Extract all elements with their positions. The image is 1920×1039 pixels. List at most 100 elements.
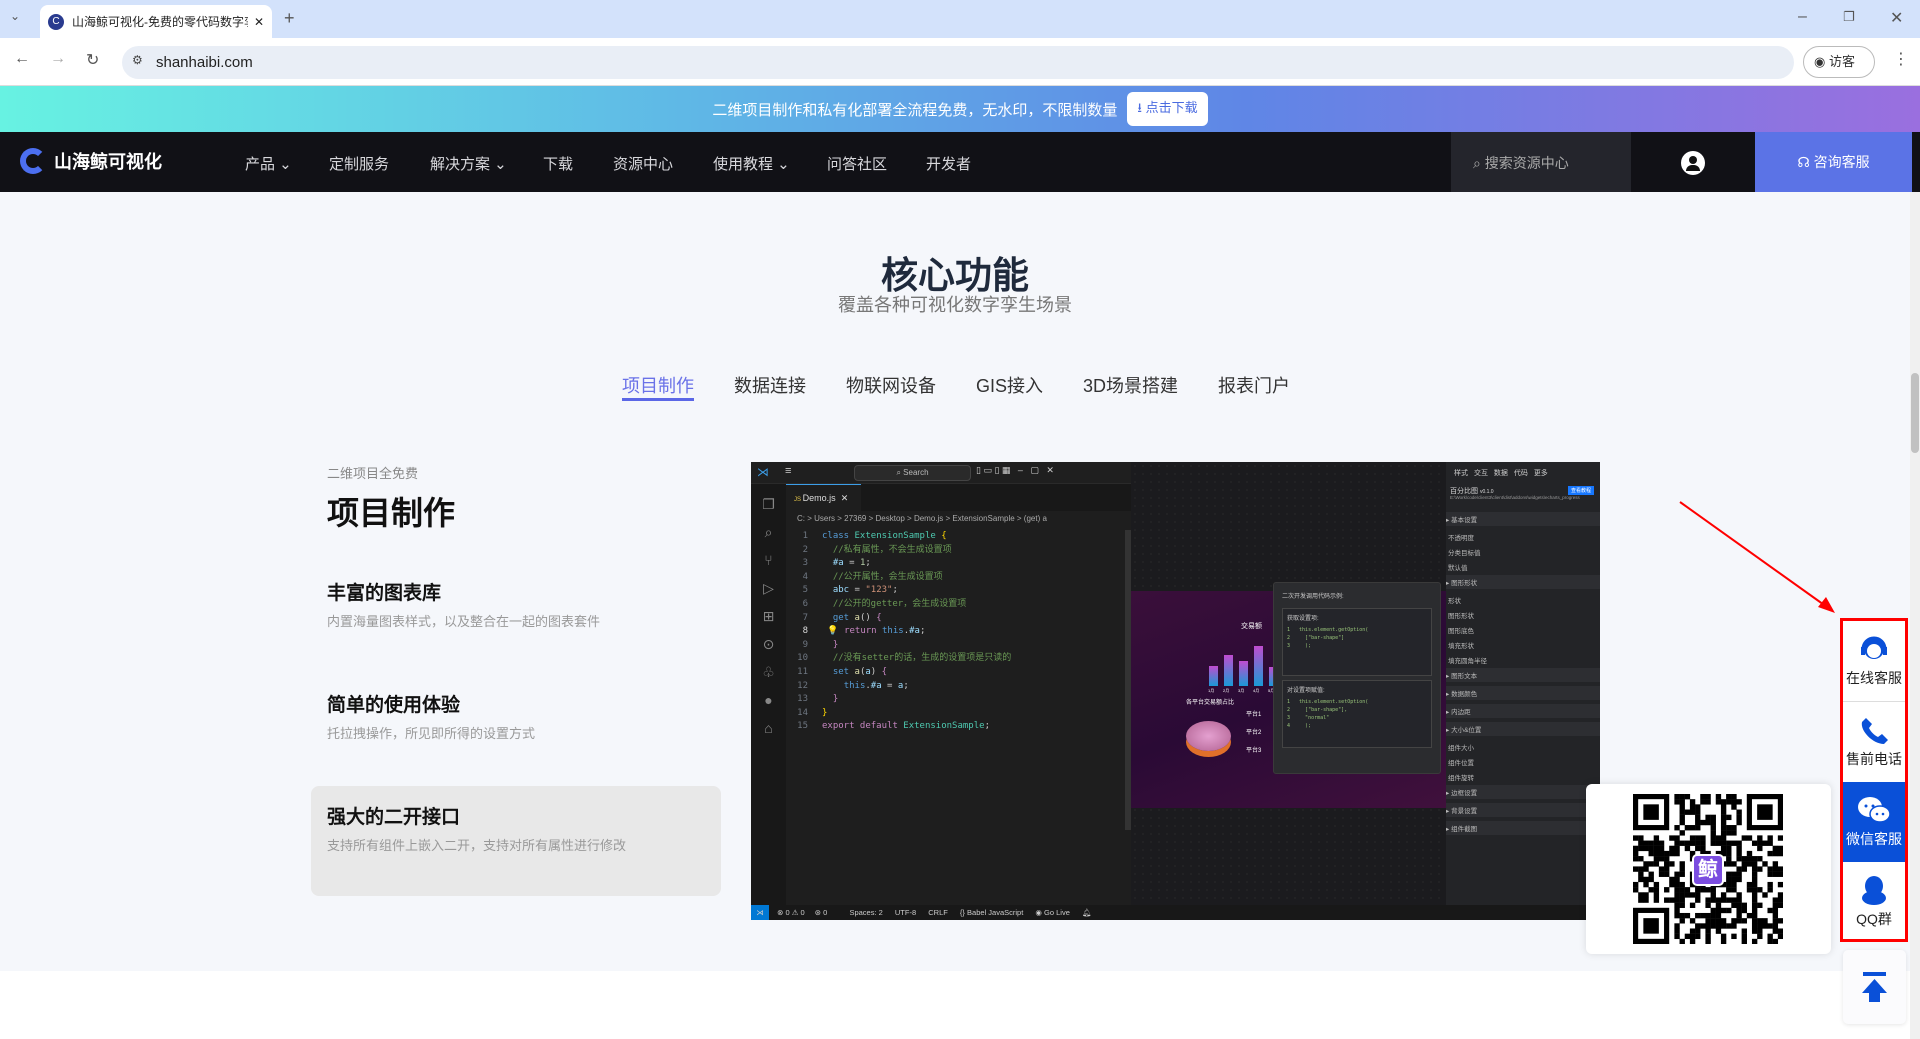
prop-row: 不透明度 [1448, 535, 1474, 542]
prop-row: 填充形状 [1448, 643, 1474, 650]
qr-logo: 鲸 [1692, 854, 1724, 886]
nav-item-tutorials[interactable]: 使用教程 ⌄ [713, 153, 790, 174]
tab-project[interactable]: 项目制作 [622, 372, 694, 398]
code-editor: 1 class ExtensionSample { 2 //私有属性，不会生成设置… [797, 531, 1012, 732]
profile-label: 访客 [1828, 54, 1855, 69]
properties-panel: 样式 交互 数据 代码 更多 百分比图 v0.1.0 查看教程 E:\Work\… [1446, 462, 1600, 920]
tab-data-connection[interactable]: 数据连接 [734, 372, 806, 398]
dash-bar [1224, 654, 1233, 686]
dev-code-popup: 二次开发调用代码示例: 获取设置项: 1 this.element.getOpti… [1273, 582, 1441, 774]
logo[interactable]: 山海鲸可视化 [20, 148, 162, 174]
qq-group-button[interactable]: QQ群 [1843, 862, 1905, 938]
wechat-icon [1858, 797, 1891, 823]
prop-row: ▸ 图形文本 [1446, 668, 1600, 682]
url-text: shanhaibi.com [156, 54, 253, 71]
main-nav: 山海鲸可视化 产品 ⌄ 定制服务 解决方案 ⌄ 下载 资源中心 使用教程 ⌄ 问… [0, 132, 1920, 192]
prop-row: 形状 [1448, 598, 1461, 605]
consult-button[interactable]: ☊ 咨询客服 [1755, 132, 1912, 192]
tab-close-icon[interactable]: ✕ [254, 15, 264, 29]
sidebar-label: 微信客服 [1846, 831, 1902, 847]
nav-item-custom[interactable]: 定制服务 [329, 153, 389, 174]
feature-item-desc: 托拉拽操作，所见即所得的设置方式 [327, 726, 536, 741]
nav-item-community[interactable]: 问答社区 [827, 153, 887, 174]
scrollbar[interactable] [1910, 192, 1920, 1039]
feature-item-title[interactable]: 简单的使用体验 [327, 690, 460, 717]
nav-item-developer[interactable]: 开发者 [926, 153, 971, 174]
nav-item-download[interactable]: 下载 [543, 153, 573, 174]
sidebar-label: 在线客服 [1846, 670, 1902, 686]
address-bar[interactable]: ⚙ shanhaibi.com [122, 46, 1794, 79]
dash-title: 各平台交易额占比 [1186, 700, 1235, 706]
download-button[interactable]: ⭳ 点击下载 [1127, 92, 1208, 126]
prop-row: 图形形状 [1448, 613, 1474, 620]
new-tab-icon[interactable]: + [284, 8, 295, 29]
product-screenshot: ⋊ ≡ ⌕ Search ▯ ▭ ▯ ▦ – ▢ ✕ ❐ ⌕ ⑂ ▷ ⊞ ⊙ ♧ ● ⌂ JS … [751, 462, 1600, 920]
user-avatar-icon[interactable] [1681, 151, 1705, 175]
logo-text: 山海鲸可视化 [54, 152, 162, 172]
prop-row: 填充圆角半径 [1448, 658, 1487, 665]
tab-iot[interactable]: 物联网设备 [846, 372, 936, 398]
profile-icon: ◉ [1814, 54, 1829, 69]
prop-row: ▸ 背景设置 [1446, 803, 1600, 817]
prop-row: 组件旋转 [1448, 775, 1474, 782]
browser-tab[interactable]: C 山海鲸可视化-免费的零代码数字孪生 ✕ [40, 5, 272, 38]
wechat-qr-popup: 鲸 [1586, 784, 1831, 954]
vscode-search: ⌕ Search [854, 465, 971, 481]
restore-icon[interactable]: ❐ [1843, 9, 1855, 25]
dash-bar [1239, 661, 1248, 686]
dash-bar-label: 4月 [1253, 688, 1260, 693]
dash-title: 交易额 [1241, 623, 1262, 630]
sidebar-label: 售前电话 [1846, 751, 1902, 767]
feature-item-desc: 内置海量图表样式，以及整合在一起的图表套件 [327, 614, 601, 629]
dash-bar [1254, 646, 1263, 686]
arrow-up-to-top-icon [1862, 972, 1887, 1002]
feature-kicker: 二维项目全免费 [327, 466, 419, 481]
nav-item-product[interactable]: 产品 ⌄ [245, 153, 292, 174]
prop-row: ▸ 图形形状 [1446, 575, 1600, 589]
site-favicon-icon: C [48, 13, 64, 30]
dash-pie [1186, 721, 1231, 751]
feature-title: 项目制作 [327, 495, 456, 531]
prop-row: 默认值 [1448, 565, 1468, 572]
phone-icon [1861, 718, 1888, 744]
online-service-button[interactable]: 在线客服 [1843, 621, 1905, 701]
section-subtitle: 覆盖各种可视化数字孪生场景 [838, 295, 1072, 315]
scrollbar-thumb[interactable] [1911, 373, 1919, 453]
vscode-logo-icon: ⋊ [757, 465, 769, 479]
tab-3d-scene[interactable]: 3D场景搭建 [1083, 372, 1178, 398]
doc-button: 查看教程 [1568, 486, 1595, 495]
nav-item-resources[interactable]: 资源中心 [613, 153, 673, 174]
browser-tab-strip: ⌄ C 山海鲸可视化-免费的零代码数字孪生 ✕ + – ❐ ✕ [0, 0, 1920, 38]
back-icon[interactable]: ← [14, 50, 30, 68]
qq-icon [1862, 876, 1886, 905]
tab-search-icon[interactable]: ⌄ [10, 9, 20, 23]
search-box[interactable]: ⌕ 搜索资源中心 [1451, 132, 1631, 192]
reload-icon[interactable]: ↻ [86, 50, 99, 70]
forward-icon[interactable]: → [50, 50, 66, 68]
sidebar-label: QQ群 [1856, 911, 1892, 927]
minimize-icon[interactable]: – [1798, 8, 1807, 26]
prop-row: ▸ 数据颜色 [1446, 686, 1600, 700]
window-close-icon[interactable]: ✕ [1890, 8, 1903, 28]
prop-tabs: 样式 交互 数据 代码 更多 [1454, 470, 1548, 477]
dash-bar-label: 1月 [1208, 688, 1215, 693]
consult-label: 咨询客服 [1813, 154, 1870, 170]
editor-tab-active: JS Demo.js ✕ [786, 484, 861, 511]
feature-item-title[interactable]: 丰富的图表库 [327, 578, 441, 605]
tab-report-portal[interactable]: 报表门户 [1218, 372, 1290, 398]
menu-icon[interactable]: ⋮ [1893, 49, 1909, 69]
site-info-icon[interactable]: ⚙ [132, 53, 143, 67]
nav-item-solutions[interactable]: 解决方案 ⌄ [430, 153, 507, 174]
wechat-service-button[interactable]: 微信客服 [1843, 782, 1905, 862]
feature-item-title[interactable]: 强大的二开接口 [327, 802, 460, 829]
prop-row: 组件位置 [1448, 760, 1474, 767]
presales-phone-button[interactable]: 售前电话 [1843, 702, 1905, 782]
search-icon: ⌕ [1473, 155, 1485, 171]
profile-button[interactable]: ◉ 访客 [1803, 46, 1875, 78]
back-to-top-button[interactable] [1843, 950, 1906, 1024]
tab-gis[interactable]: GIS接入 [976, 372, 1043, 398]
prop-row: 分类目标值 [1448, 550, 1481, 557]
prop-row: ▸ 内边距 [1446, 704, 1600, 718]
annotation-arrow [1679, 501, 1835, 613]
feature-item-desc: 支持所有组件上嵌入二开，支持对所有属性进行修改 [327, 838, 627, 853]
